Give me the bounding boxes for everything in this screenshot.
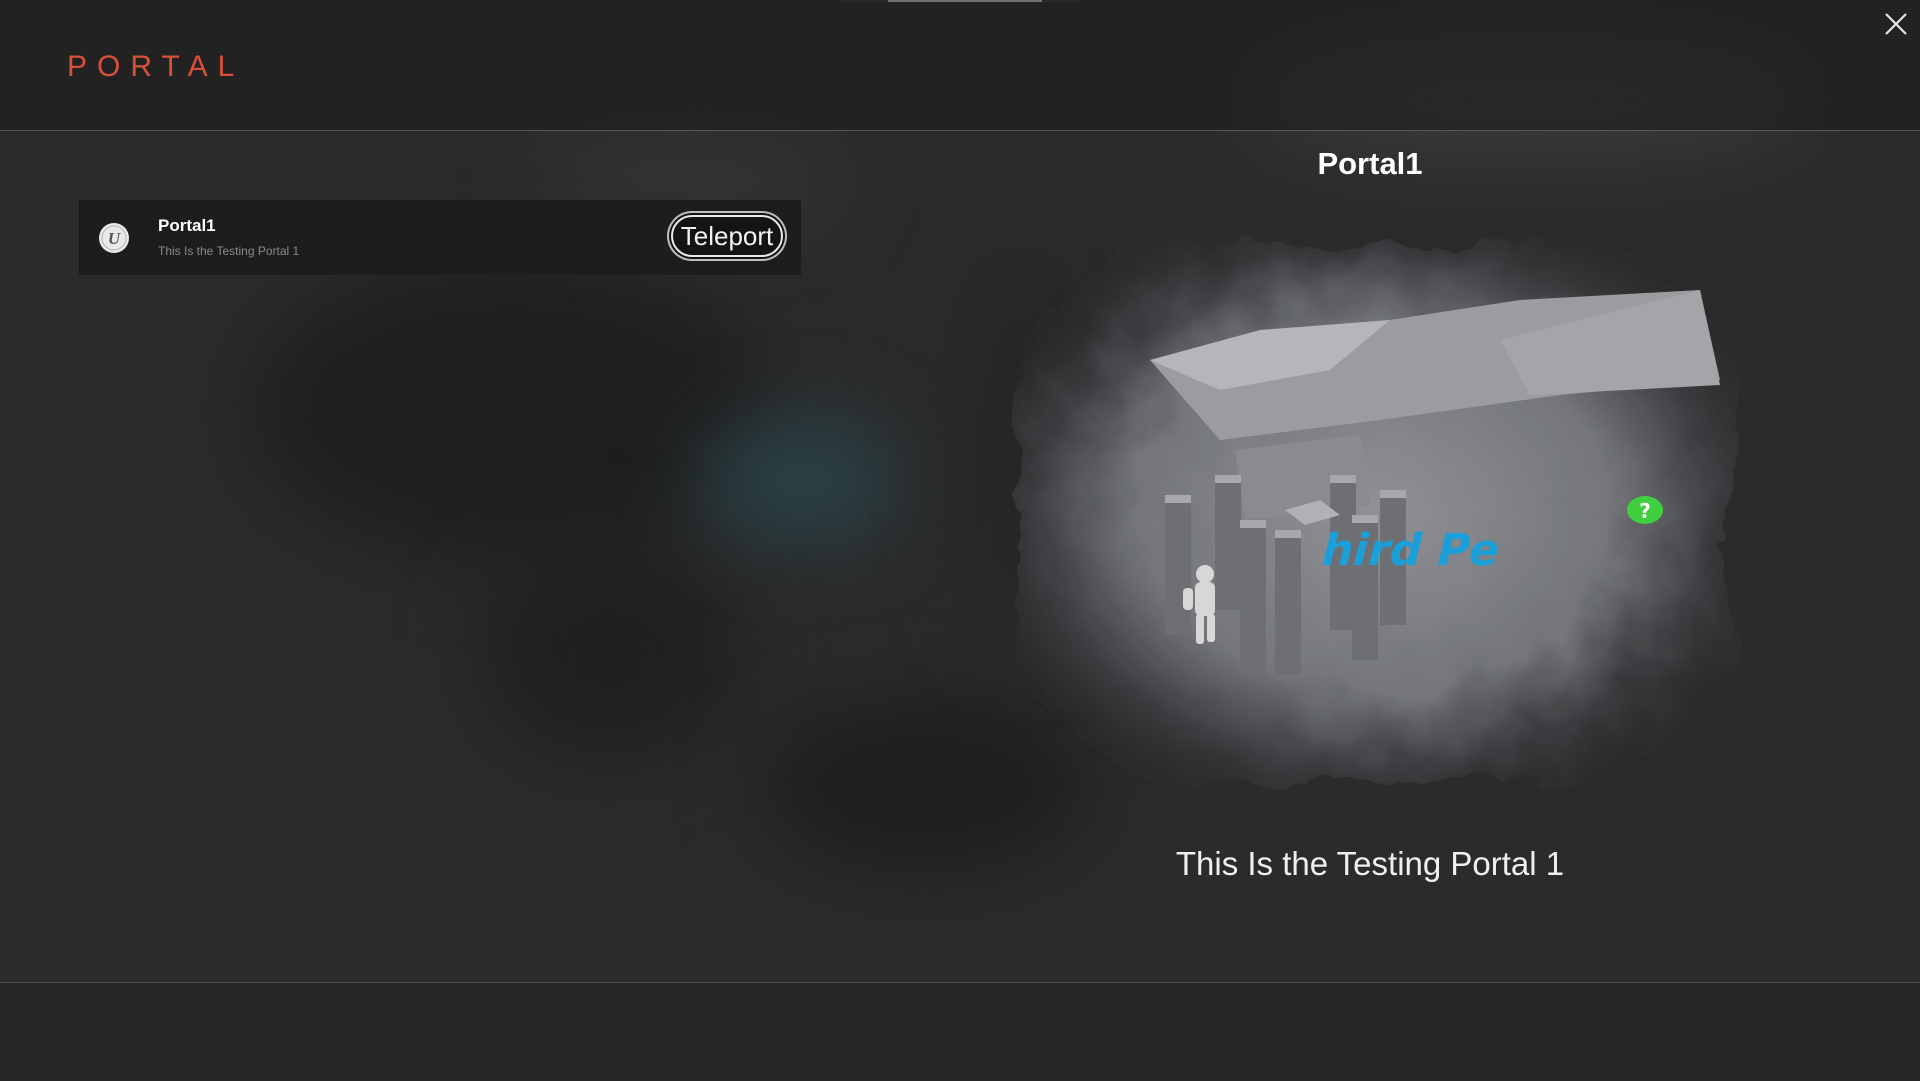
preview-floor-text: hird Pe — [1316, 525, 1506, 576]
portal-description: This Is the Testing Portal 1 — [158, 244, 300, 258]
portal-list-item[interactable]: U Portal1 This Is the Testing Portal 1 T… — [79, 200, 801, 275]
unreal-logo-icon: U — [98, 222, 130, 254]
question-marker-icon: ? — [1627, 496, 1663, 524]
portal-detail-description: This Is the Testing Portal 1 — [1175, 845, 1565, 882]
teleport-button[interactable]: Teleport — [671, 215, 783, 257]
svg-text:U: U — [108, 229, 121, 248]
portal-preview-image: hird Pe ? — [1000, 220, 1750, 800]
footer-bar — [0, 982, 1920, 1081]
close-button[interactable] — [1880, 8, 1912, 40]
page-title: PORTAL — [67, 50, 245, 83]
close-icon — [1885, 13, 1907, 35]
portal-detail-title: Portal1 — [1317, 146, 1423, 181]
svg-text:?: ? — [1639, 499, 1651, 523]
portal-name: Portal1 — [158, 216, 216, 235]
header-bar: PORTAL — [0, 0, 1920, 131]
